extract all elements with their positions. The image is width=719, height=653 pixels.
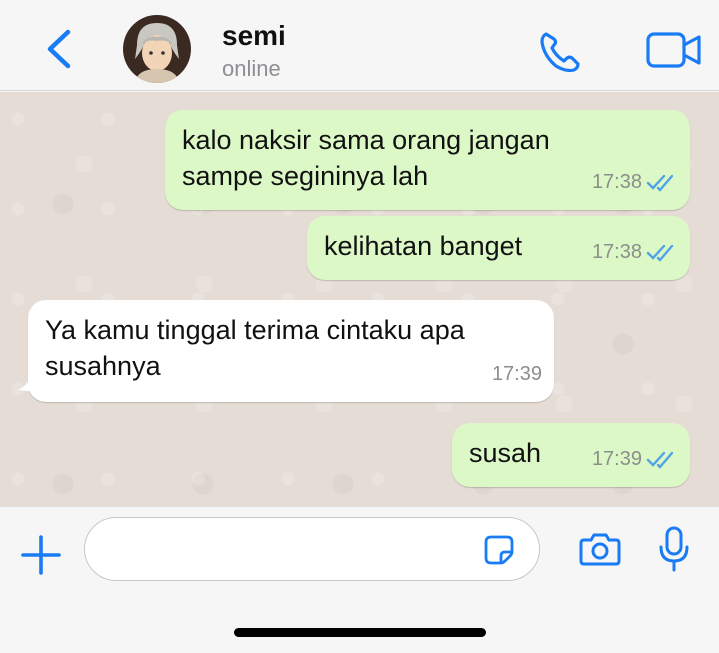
home-indicator <box>234 628 486 637</box>
camera-icon <box>579 533 621 566</box>
avatar[interactable] <box>123 15 191 83</box>
message-input-bar <box>0 506 719 653</box>
message-text: susah <box>469 438 542 468</box>
message-time: 17:39 <box>591 448 642 470</box>
message-text: kalo naksir sama orang jangan sampe segi… <box>182 125 550 191</box>
message-meta: 17:38 <box>592 234 678 270</box>
message-bubble[interactable]: kelihatan banget 17:38 <box>307 216 690 280</box>
camera-button[interactable] <box>578 531 622 567</box>
message-bubble[interactable]: Ya kamu tinggal terima cintaku apa susah… <box>18 300 554 402</box>
phone-icon <box>540 32 580 73</box>
bubble-tail <box>18 372 38 392</box>
message-time: 17:38 <box>591 171 642 193</box>
double-check-icon <box>646 174 674 192</box>
sticker-icon <box>484 535 514 565</box>
message-meta: 17:38 <box>592 164 678 200</box>
message-meta: 17:39 <box>492 356 542 392</box>
plus-icon <box>21 535 61 575</box>
chat-header: semi online <box>0 0 719 91</box>
chat-area[interactable]: kalo naksir sama orang jangan sampe segi… <box>0 92 719 506</box>
message-text: kelihatan banget <box>324 231 523 261</box>
message-text: Ya kamu tinggal terima cintaku apa susah… <box>45 315 465 381</box>
microphone-button[interactable] <box>657 525 691 573</box>
contact-status: online <box>222 56 281 81</box>
message-bubble[interactable]: kalo naksir sama orang jangan sampe segi… <box>165 110 690 210</box>
back-button[interactable] <box>38 26 78 72</box>
video-camera-icon <box>646 32 701 68</box>
microphone-icon <box>659 526 689 572</box>
message-input[interactable] <box>84 517 540 581</box>
message-meta: 17:39 <box>592 441 678 477</box>
contact-name[interactable]: semi <box>222 20 286 52</box>
attach-button[interactable] <box>20 534 62 576</box>
message-bubble[interactable]: susah 17:39 <box>452 423 690 487</box>
chevron-left-icon <box>47 29 71 69</box>
double-check-icon <box>646 244 674 262</box>
message-time: 17:38 <box>591 241 642 263</box>
video-call-button[interactable] <box>645 30 703 70</box>
double-check-icon <box>646 451 674 469</box>
sticker-button[interactable] <box>483 534 515 566</box>
voice-call-button[interactable] <box>536 28 584 74</box>
message-time: 17:39 <box>491 363 542 385</box>
